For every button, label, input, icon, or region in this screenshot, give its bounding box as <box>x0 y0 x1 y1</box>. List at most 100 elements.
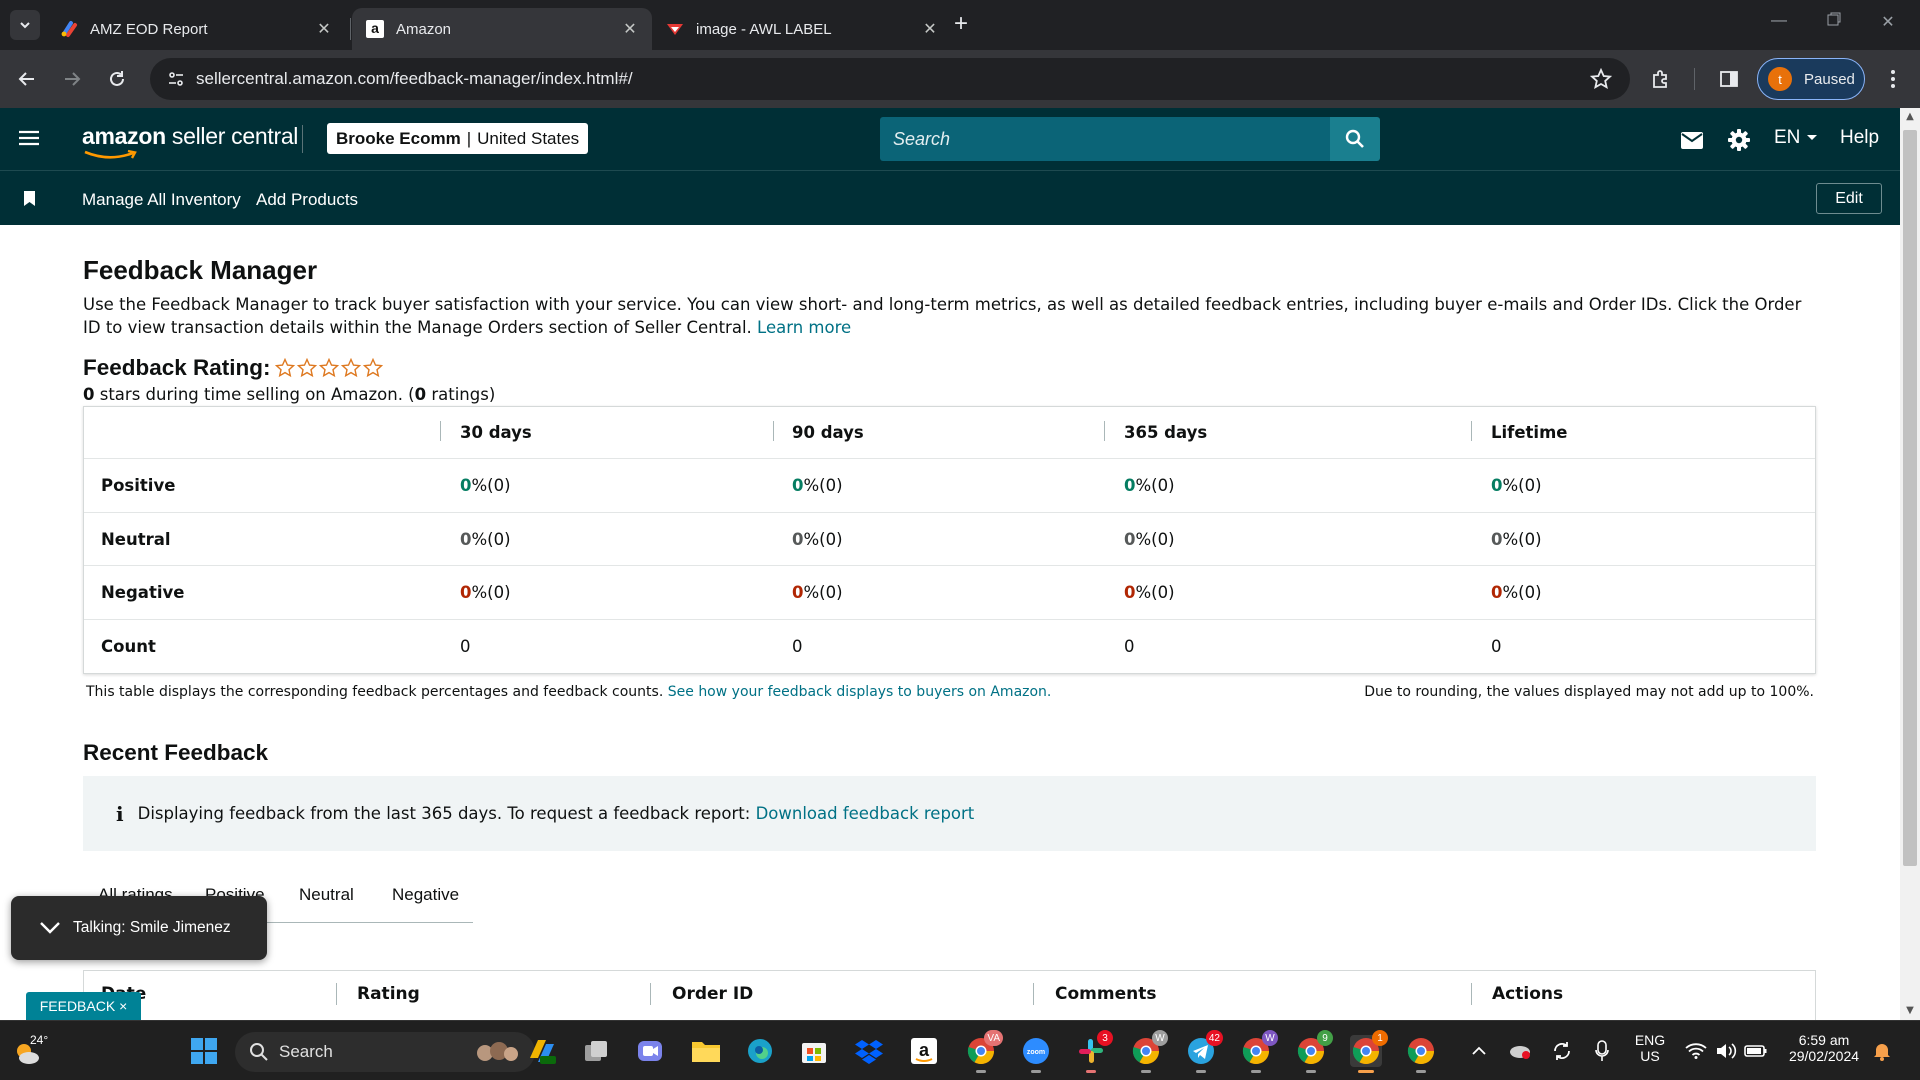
count-365-days: 0 <box>1124 637 1135 656</box>
forward-arrow-icon[interactable] <box>57 64 87 94</box>
zoom-icon[interactable]: zoom <box>1020 1035 1052 1073</box>
search-button[interactable] <box>1330 117 1380 161</box>
browser-tab-amazon[interactable]: a Amazon ✕ <box>352 8 652 50</box>
chrome-9-icon[interactable]: 9 <box>1295 1030 1333 1073</box>
meeting-talking-indicator[interactable]: Talking: Smile Jimenez <box>11 896 267 960</box>
edit-button[interactable]: Edit <box>1816 183 1882 214</box>
amazon-app-icon[interactable]: a <box>908 1035 940 1067</box>
copilot-pre-icon[interactable] <box>525 1035 557 1067</box>
chrome-va-icon[interactable]: VA <box>965 1030 1003 1073</box>
nav-manage-all-inventory[interactable]: Manage All Inventory <box>82 190 241 210</box>
side-panel-icon[interactable] <box>1714 64 1744 94</box>
search-input[interactable] <box>880 117 1330 161</box>
seller-central-logo[interactable]: amazon seller central <box>82 123 298 150</box>
settings-gear-icon[interactable] <box>1727 128 1751 152</box>
browser-menu-icon[interactable] <box>1878 64 1908 94</box>
hamburger-menu-icon[interactable] <box>18 128 42 150</box>
tray-expand-chevron-icon[interactable] <box>1467 1035 1491 1067</box>
teams-meet-icon[interactable] <box>634 1035 666 1067</box>
close-icon[interactable]: ✕ <box>314 19 334 39</box>
edge-icon[interactable] <box>744 1035 776 1067</box>
close-icon[interactable]: ✕ <box>620 19 640 39</box>
avatar: t <box>1768 67 1792 91</box>
download-feedback-report-link[interactable]: Download feedback report <box>756 804 975 823</box>
feedback-display-link[interactable]: See how your feedback displays to buyers… <box>668 684 1052 700</box>
toolbar-divider <box>1694 68 1695 90</box>
site-info-icon[interactable] <box>156 58 196 100</box>
microsoft-store-icon[interactable] <box>798 1035 830 1067</box>
bookmark-icon[interactable] <box>24 191 35 210</box>
account-switcher[interactable]: Brooke Ecomm | United States <box>327 123 589 154</box>
telegram-icon[interactable]: 42 <box>1185 1030 1223 1073</box>
column-header-order-id: Order ID <box>672 984 754 1004</box>
count-lifetime: 0 <box>1491 637 1502 656</box>
slack-icon[interactable]: 3 <box>1075 1030 1113 1073</box>
new-tab-button[interactable]: + <box>948 12 974 38</box>
tab-title: AMZ EOD Report <box>90 20 208 38</box>
column-divider <box>336 983 337 1005</box>
neutral-30-days: 0 %(0) <box>460 529 511 549</box>
help-link[interactable]: Help <box>1840 127 1879 149</box>
chrome-profile-icon[interactable]: W <box>1130 1030 1168 1073</box>
running-indicator <box>1358 1070 1374 1073</box>
chrome-w-icon[interactable]: W <box>1240 1030 1278 1073</box>
tab-neutral[interactable]: Neutral <box>299 885 354 905</box>
recent-feedback-table-header: Date Rating Order ID Comments Actions <box>83 970 1816 1020</box>
row-label: Count <box>101 637 156 656</box>
onedrive-error-icon[interactable] <box>1508 1035 1532 1067</box>
chrome-active-icon[interactable]: 1 <box>1350 1030 1388 1073</box>
extensions-icon[interactable] <box>1646 64 1676 94</box>
close-icon[interactable]: × <box>119 998 127 1014</box>
back-arrow-icon[interactable] <box>12 64 42 94</box>
badge: 9 <box>1317 1030 1333 1046</box>
restore-icon[interactable] <box>1820 12 1848 36</box>
browser-tab-image-awl-label[interactable]: image - AWL LABEL ✕ <box>652 8 952 50</box>
battery-icon[interactable] <box>1743 1035 1769 1067</box>
clock[interactable]: 6:59 am 29/02/2024 <box>1780 1032 1868 1064</box>
bookmark-star-icon[interactable] <box>1589 67 1613 94</box>
wifi-icon[interactable] <box>1683 1035 1709 1067</box>
temperature: 24° <box>30 1033 49 1047</box>
input-language[interactable]: ENG US <box>1630 1032 1670 1064</box>
windows-start-icon[interactable] <box>188 1035 220 1067</box>
nav-add-products[interactable]: Add Products <box>256 190 358 210</box>
file-explorer-icon[interactable] <box>690 1035 722 1067</box>
column-header-365-days: 365 days <box>1124 423 1208 442</box>
task-view-icon[interactable] <box>580 1035 612 1067</box>
table-row-negative: Negative 0 %(0) 0 %(0) 0 %(0) 0 %(0) <box>84 566 1815 620</box>
taskbar-search[interactable]: Search <box>235 1032 535 1072</box>
account-name: Brooke Ecomm <box>336 128 461 148</box>
column-header-rating: Rating <box>357 984 420 1004</box>
tab-search-button[interactable] <box>10 10 40 40</box>
column-header-30-days: 30 days <box>460 423 532 442</box>
scroll-down-arrow-icon[interactable]: ▼ <box>1905 1006 1915 1016</box>
window-close-icon[interactable]: ✕ <box>1874 12 1902 36</box>
feedback-widget-button[interactable]: FEEDBACK × <box>26 992 141 1020</box>
weather-widget[interactable]: 24° <box>12 1033 52 1069</box>
close-icon[interactable]: ✕ <box>920 19 940 39</box>
volume-icon[interactable] <box>1713 1035 1739 1067</box>
mail-icon[interactable] <box>1680 128 1704 152</box>
minimize-icon[interactable]: — <box>1765 12 1793 36</box>
browser-tab-strip: AMZ EOD Report ✕ a Amazon ✕ image - AWL … <box>0 0 1920 50</box>
page-scrollbar[interactable]: ▲ ▼ <box>1900 108 1920 1020</box>
scroll-up-arrow-icon[interactable]: ▲ <box>1905 112 1915 122</box>
tab-negative[interactable]: Negative <box>392 885 459 905</box>
learn-more-link[interactable]: Learn more <box>757 318 851 337</box>
address-bar[interactable]: sellercentral.amazon.com/feedback-manage… <box>150 58 1630 100</box>
notification-bell-icon[interactable] <box>1870 1035 1894 1067</box>
scrollbar-thumb[interactable] <box>1903 130 1917 866</box>
profile-button[interactable]: t Paused <box>1757 58 1865 100</box>
search-highlight-icon <box>477 1042 518 1061</box>
account-separator: | <box>466 128 472 148</box>
dropbox-icon[interactable] <box>853 1035 885 1067</box>
profile-status: Paused <box>1804 70 1855 88</box>
page-title: Feedback Manager <box>83 255 318 285</box>
sync-icon[interactable] <box>1550 1035 1574 1067</box>
browser-tab-amz-eod-report[interactable]: AMZ EOD Report ✕ <box>46 8 346 50</box>
language-selector[interactable]: EN <box>1774 127 1818 149</box>
reload-icon[interactable] <box>102 64 132 94</box>
chrome-other-icon[interactable] <box>1405 1035 1437 1073</box>
microphone-icon[interactable] <box>1590 1035 1614 1067</box>
feedback-rating-heading: Feedback Rating: <box>83 355 383 381</box>
